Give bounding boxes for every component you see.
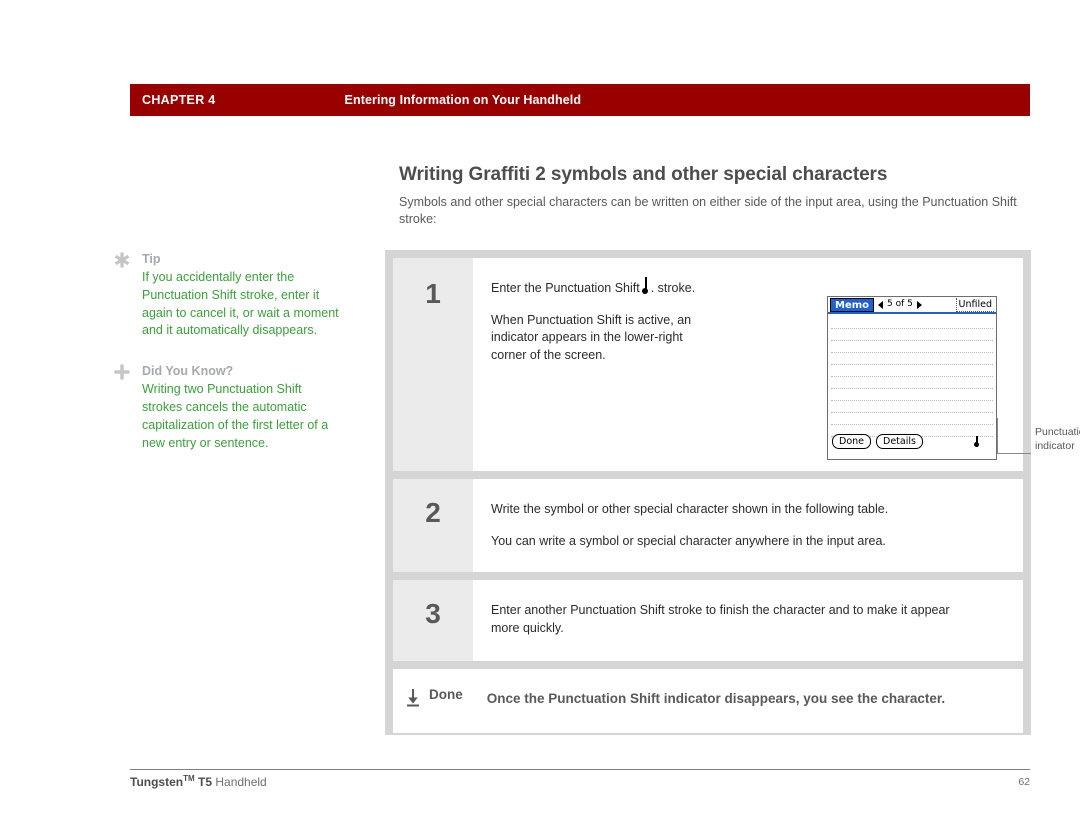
step1-text-before: Enter the Punctuation Shift — [491, 281, 640, 295]
pda-record-nav: 5 of 5 — [878, 296, 922, 314]
punctuation-shift-indicator-icon — [973, 436, 980, 447]
step-number: 1 — [425, 278, 441, 309]
step-number: 3 — [425, 598, 441, 629]
note-tip-title: Tip — [142, 252, 161, 266]
chapter-header-bar: CHAPTER 4 Entering Information on Your H… — [130, 84, 1030, 116]
download-arrow-icon — [405, 687, 429, 713]
step2-paragraph-1: Write the symbol or other special charac… — [491, 502, 889, 516]
memo-line — [831, 377, 993, 389]
plus-icon — [112, 362, 134, 384]
memo-line — [831, 401, 993, 413]
step-row: 3 Enter another Punctuation Shift stroke… — [393, 580, 1023, 661]
step1-paragraph-2: When Punctuation Shift is active, an ind… — [491, 312, 692, 362]
footer-product-name: Tungsten — [130, 775, 184, 789]
step-row: 2 Write the symbol or other special char… — [393, 479, 1023, 572]
note-dyk-title: Did You Know? — [142, 364, 234, 379]
memo-line — [831, 329, 993, 341]
step-number-cell: 2 — [393, 479, 473, 572]
step-row: 1 Enter the Punctuation Shift . stroke. W… — [393, 258, 1080, 471]
pda-memo-lines[interactable] — [828, 314, 996, 437]
memo-line — [831, 389, 993, 401]
pda-done-button[interactable]: Done — [832, 433, 871, 449]
callout-leader-line — [997, 453, 1031, 454]
callout-label-line2: indicator — [1035, 439, 1075, 452]
pda-titlebar: Memo 5 of 5 Unfiled — [828, 297, 996, 314]
pda-category-label[interactable]: Unfiled — [955, 298, 994, 312]
pda-app-name: Memo — [830, 297, 875, 312]
step2-paragraph-2: You can write a symbol or special charac… — [491, 533, 886, 548]
pda-details-button[interactable]: Details — [876, 433, 923, 449]
chapter-label: CHAPTER 4 — [142, 93, 216, 107]
step1-text-after: . stroke. — [650, 281, 696, 295]
step-content: Write the symbol or other special charac… — [473, 479, 1023, 572]
memo-line — [831, 317, 993, 329]
step1-paragraph-1: Enter the Punctuation Shift . stroke. — [491, 277, 706, 298]
page-title: Writing Graffiti 2 symbols and other spe… — [399, 164, 888, 185]
callout-leader-vertical — [997, 418, 998, 454]
section-title: Entering Information on Your Handheld — [344, 93, 582, 107]
footer-product-suffix: Handheld — [212, 775, 267, 789]
palm-memo-screenshot: Memo 5 of 5 Unfiled Done Details — [827, 296, 997, 460]
footer-trademark: TM — [183, 774, 195, 783]
memo-line — [831, 365, 993, 377]
page-number: 62 — [1018, 776, 1030, 788]
sidebar-notes: Tip If you accidentally enter the Punctu… — [112, 250, 342, 472]
done-label: Done — [429, 687, 463, 702]
memo-line — [831, 413, 993, 425]
note-dyk-body: Writing two Punctuation Shift strokes ca… — [142, 382, 329, 450]
next-record-icon[interactable] — [916, 300, 922, 309]
punctuation-shift-stroke-icon — [641, 277, 650, 294]
step-number-cell: 3 — [393, 580, 473, 661]
pda-record-counter: 5 of 5 — [887, 298, 913, 309]
prev-record-icon[interactable] — [878, 300, 884, 309]
step3-paragraph-1: Enter another Punctuation Shift stroke t… — [491, 603, 950, 635]
steps-panel: 1 Enter the Punctuation Shift . stroke. W… — [385, 250, 1080, 735]
note-did-you-know: Did You Know? Writing two Punctuation Sh… — [112, 362, 342, 452]
footer-divider — [130, 769, 1030, 770]
callout-label: Punctuation shift indicator — [1035, 426, 1080, 453]
note-tip: Tip If you accidentally enter the Punctu… — [112, 250, 342, 340]
step-content: Enter another Punctuation Shift stroke t… — [473, 580, 1023, 661]
note-tip-body: If you accidentally enter the Punctuatio… — [142, 270, 339, 338]
pda-footer: Done Details — [828, 426, 996, 456]
memo-line — [831, 341, 993, 353]
footer-product: TungstenTM T5 Handheld — [130, 774, 267, 789]
step-number-cell: 1 — [393, 258, 473, 471]
memo-line — [831, 353, 993, 365]
callout-label-line1: Punctuation shift — [1035, 426, 1080, 438]
done-row: Done Once the Punctuation Shift indicato… — [393, 669, 1023, 733]
done-text: Once the Punctuation Shift indicator dis… — [486, 691, 946, 706]
footer-model: T5 — [194, 775, 213, 789]
asterisk-icon — [112, 250, 134, 272]
page-intro-text: Symbols and other special characters can… — [399, 195, 1017, 226]
step-content: Enter the Punctuation Shift . stroke. Whe… — [473, 258, 1080, 471]
step-number: 2 — [425, 497, 441, 528]
